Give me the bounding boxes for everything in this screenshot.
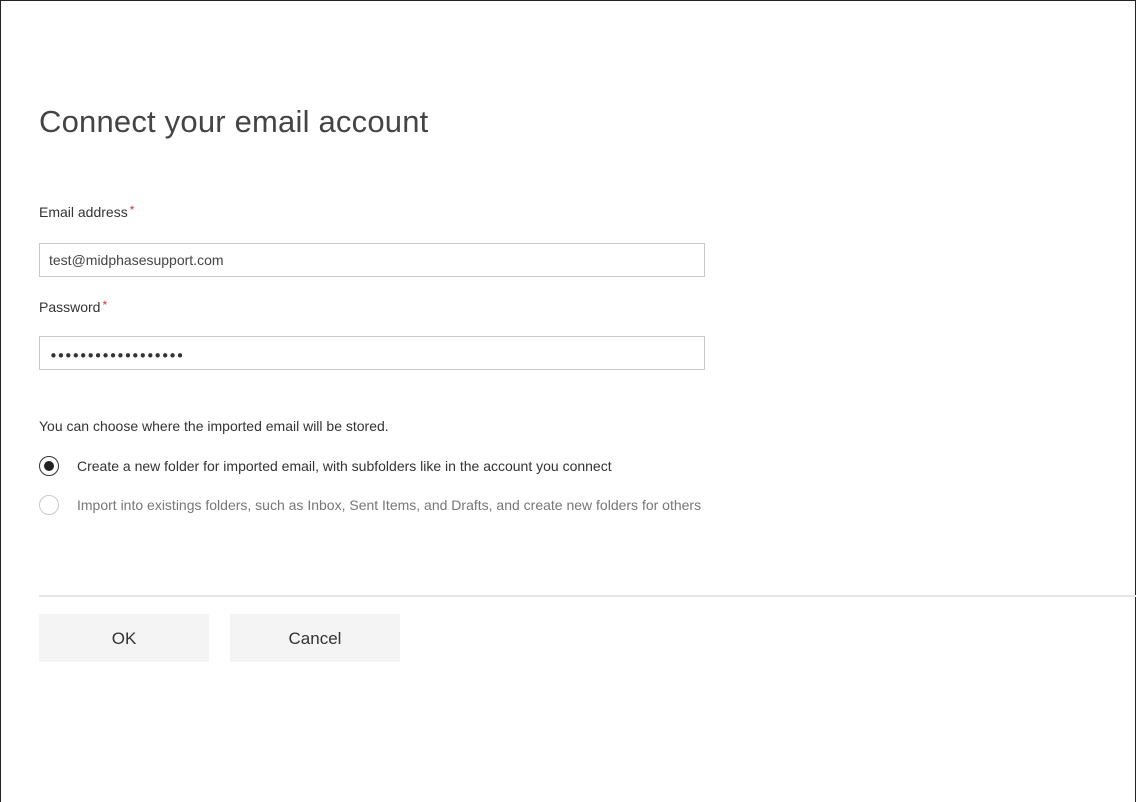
email-label-text: Email address — [39, 204, 128, 220]
password-label: Password * — [39, 298, 108, 315]
ok-button[interactable]: OK — [39, 614, 209, 662]
password-required-mark: * — [102, 298, 108, 312]
radio-label-existing-folders: Import into existings folders, such as I… — [77, 497, 702, 513]
cancel-button[interactable]: Cancel — [230, 614, 400, 662]
radio-label-new-folder: Create a new folder for imported email, … — [77, 458, 612, 474]
email-label: Email address * — [39, 203, 135, 220]
divider — [39, 595, 1136, 597]
radio-option-existing-folders[interactable]: Import into existings folders, such as I… — [39, 494, 701, 516]
password-field[interactable] — [39, 336, 705, 370]
storage-hint: You can choose where the imported email … — [39, 418, 389, 434]
email-required-mark: * — [129, 203, 135, 217]
email-field[interactable] — [39, 243, 705, 277]
password-label-text: Password — [39, 299, 101, 315]
radio-button-new-folder[interactable] — [39, 456, 59, 476]
dialog-title: Connect your email account — [39, 104, 429, 139]
radio-button-existing-folders[interactable] — [39, 495, 59, 515]
radio-option-new-folder[interactable]: Create a new folder for imported email, … — [39, 455, 612, 477]
